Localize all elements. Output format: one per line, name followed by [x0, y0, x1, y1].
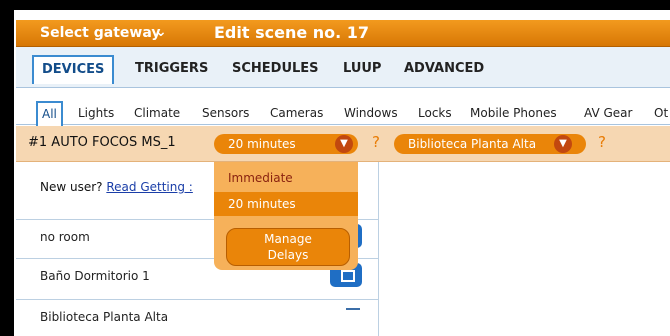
tab-schedules[interactable]: SCHEDULES — [232, 61, 319, 76]
option-20-minutes[interactable]: 20 minutes — [214, 192, 358, 216]
tab-other[interactable]: Ot — [654, 106, 668, 120]
device-name: #1 AUTO FOCOS MS_1 — [28, 135, 176, 150]
chevron-down-icon[interactable]: ▼ — [335, 135, 353, 153]
header-bar: Select gateway ⌄ Edit scene no. 17 — [16, 20, 670, 47]
tab-mobile-phones[interactable]: Mobile Phones — [470, 106, 557, 120]
tab-lights[interactable]: Lights — [78, 106, 114, 120]
chevron-down-icon[interactable]: ▼ — [554, 135, 572, 153]
room-row[interactable]: Biblioteca Planta Alta — [16, 299, 378, 334]
tab-sensors[interactable]: Sensors — [202, 106, 249, 120]
room-name: no room — [40, 230, 90, 244]
tab-windows[interactable]: Windows — [344, 106, 398, 120]
device-bar: #1 AUTO FOCOS MS_1 20 minutes ▼ ? Biblio… — [16, 126, 670, 162]
divider — [378, 162, 379, 336]
room-value: Biblioteca Planta Alta — [408, 137, 537, 151]
delay-value: 20 minutes — [228, 137, 296, 151]
tab-advanced[interactable]: ADVANCED — [404, 61, 484, 76]
new-user-notice: New user? Read Getting : — [40, 180, 193, 194]
tab-all[interactable]: All — [36, 101, 63, 127]
main-tabs: DEVICES TRIGGERS SCHEDULES LUUP ADVANCED — [16, 47, 670, 88]
window-icon — [341, 270, 355, 282]
chevron-down-icon[interactable]: ⌄ — [155, 24, 167, 40]
category-tabs: All Lights Climate Sensors Cameras Windo… — [16, 88, 670, 127]
page-title: Edit scene no. 17 — [214, 23, 370, 42]
tab-cameras[interactable]: Cameras — [270, 106, 323, 120]
help-icon[interactable]: ? — [372, 133, 380, 151]
room-select[interactable]: Biblioteca Planta Alta ▼ — [394, 134, 586, 154]
tab-devices[interactable]: DEVICES — [32, 55, 115, 84]
tab-climate[interactable]: Climate — [134, 106, 180, 120]
delay-dropdown-menu: Immediate 20 minutes Manage Delays — [214, 162, 358, 270]
help-icon[interactable]: ? — [598, 133, 606, 151]
new-user-label: New user? — [40, 180, 103, 194]
select-gateway-button[interactable]: Select gateway — [40, 25, 160, 41]
option-immediate[interactable]: Immediate — [214, 166, 358, 190]
collapse-icon[interactable] — [346, 308, 360, 310]
room-name: Baño Dormitorio 1 — [40, 269, 150, 283]
tab-locks[interactable]: Locks — [418, 106, 452, 120]
room-name: Biblioteca Planta Alta — [40, 310, 169, 324]
tab-luup[interactable]: LUUP — [343, 61, 381, 76]
manage-delays-button[interactable]: Manage Delays — [226, 228, 350, 266]
delay-select[interactable]: 20 minutes ▼ — [214, 134, 358, 154]
getting-started-link[interactable]: Read Getting : — [106, 180, 192, 194]
tab-av-gear[interactable]: AV Gear — [584, 106, 632, 120]
tab-triggers[interactable]: TRIGGERS — [135, 61, 208, 76]
